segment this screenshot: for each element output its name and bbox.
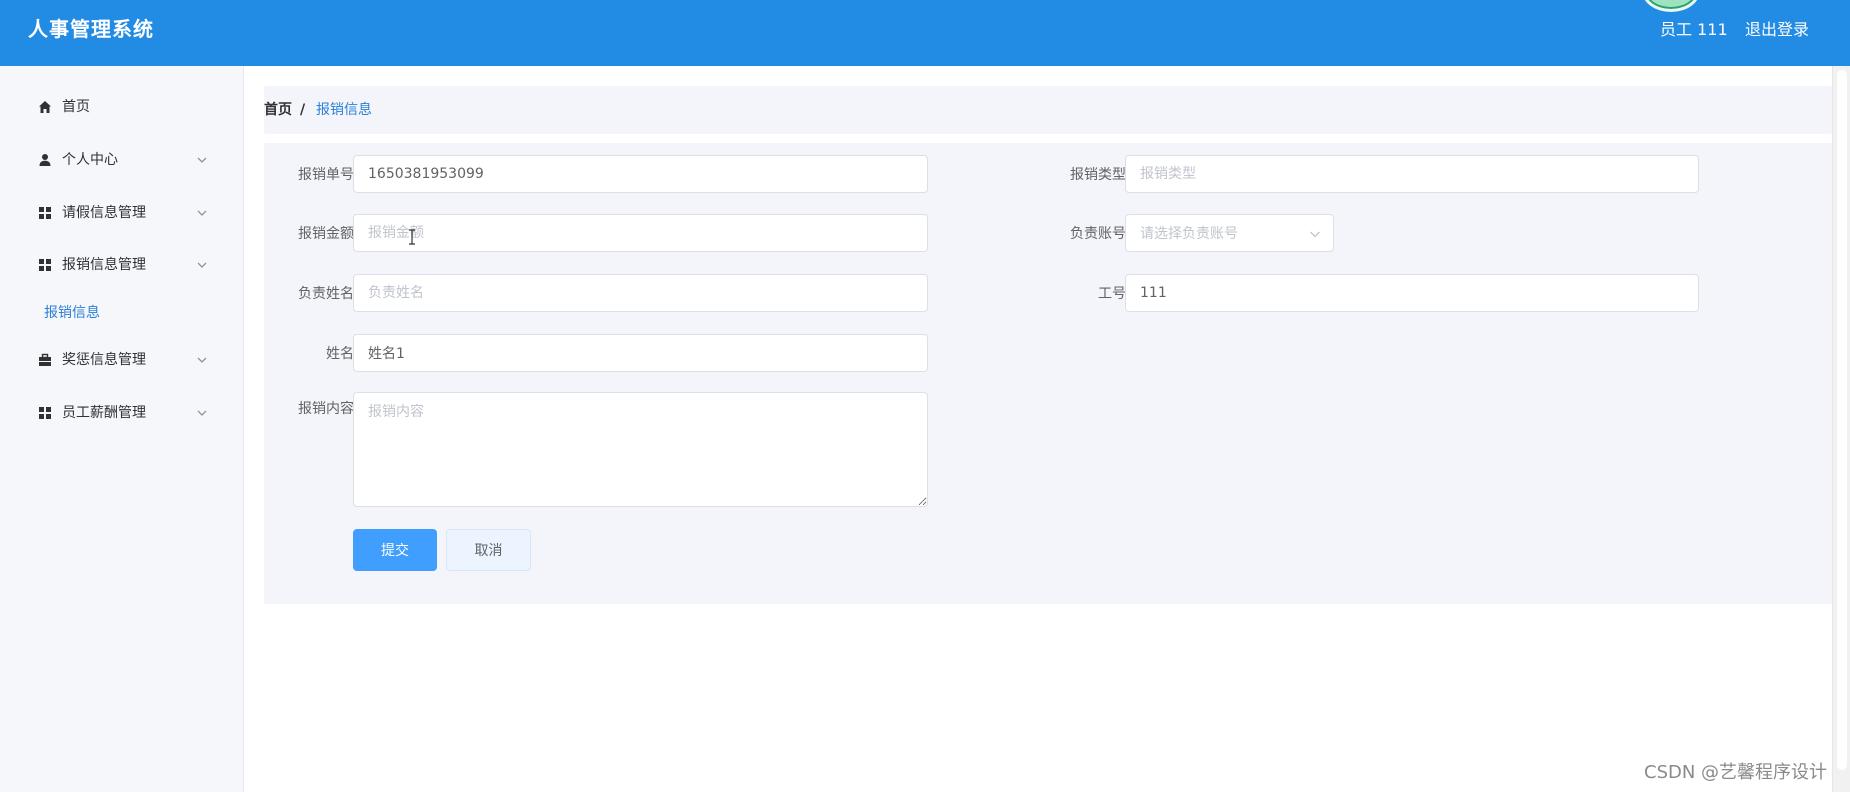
reimburse-type-input[interactable] <box>1125 155 1699 193</box>
sidebar-item-reward-management[interactable]: 奖惩信息管理 <box>0 340 244 380</box>
sidebar: 首页 个人中心 请假信息管理 报销信息管理 报销信息 奖惩信息管理 员工薪酬管理 <box>0 66 244 792</box>
name-label: 姓名 <box>326 346 354 362</box>
current-user-label: 员工 111 <box>1660 20 1728 39</box>
scrollbar-thumb[interactable] <box>1837 70 1847 770</box>
reimburse-type-label: 报销类型 <box>1070 167 1126 183</box>
home-icon <box>39 101 51 113</box>
app-title: 人事管理系统 <box>28 17 154 41</box>
reimburse-no-label: 报销单号 <box>298 167 354 183</box>
sidebar-item-personal-center[interactable]: 个人中心 <box>0 140 244 180</box>
briefcase-icon <box>39 353 51 366</box>
breadcrumb-current: 报销信息 <box>316 102 372 118</box>
sidebar-subitem-label: 报销信息 <box>44 305 100 321</box>
responsible-account-label: 负责账号 <box>1070 226 1126 242</box>
top-header: 人事管理系统 员工 111 退出登录 <box>0 0 1850 66</box>
chevron-down-icon <box>197 262 207 268</box>
sidebar-subitem-reimbursement-info[interactable]: 报销信息 <box>0 293 244 333</box>
responsible-account-select[interactable]: 请选择负责账号 <box>1125 214 1334 252</box>
chevron-down-icon <box>197 210 207 216</box>
avatar[interactable] <box>1642 0 1700 12</box>
sidebar-item-label: 报销信息管理 <box>62 257 146 273</box>
sidebar-item-label: 个人中心 <box>62 152 118 168</box>
sidebar-item-home[interactable]: 首页 <box>0 87 244 127</box>
responsible-account-placeholder: 请选择负责账号 <box>1140 226 1238 242</box>
sidebar-item-reimbursement-management[interactable]: 报销信息管理 <box>0 245 244 285</box>
reimburse-amount-input[interactable] <box>353 214 928 252</box>
employee-no-label: 工号 <box>1098 286 1126 302</box>
chevron-down-icon <box>197 157 207 163</box>
watermark: CSDN @艺馨程序设计 <box>1644 762 1828 783</box>
breadcrumb-home[interactable]: 首页 <box>264 100 292 120</box>
chevron-down-icon <box>197 357 207 363</box>
submit-button[interactable]: 提交 <box>353 529 437 571</box>
chevron-down-icon <box>197 410 207 416</box>
reimbursement-form: 报销单号 报销类型 报销金额 负责账号 请选择负责账号 负责姓名 工号 姓名 报… <box>264 143 1832 604</box>
sidebar-item-salary-management[interactable]: 员工薪酬管理 <box>0 393 244 433</box>
grid-icon <box>39 407 51 419</box>
reimburse-content-textarea[interactable] <box>353 392 928 507</box>
reimburse-content-label: 报销内容 <box>298 401 354 417</box>
cancel-button[interactable]: 取消 <box>446 529 531 571</box>
page: 人事管理系统 员工 111 退出登录 首页 个人中心 请假信息管理 报销信息管理… <box>0 0 1850 792</box>
responsible-name-label: 负责姓名 <box>298 286 354 302</box>
employee-no-input[interactable] <box>1125 274 1699 312</box>
reimburse-no-input[interactable] <box>353 155 928 193</box>
grid-icon <box>39 207 51 219</box>
sidebar-item-label: 请假信息管理 <box>62 205 146 221</box>
reimburse-amount-label: 报销金额 <box>298 226 354 242</box>
name-input[interactable] <box>353 334 928 372</box>
page-scrollbar[interactable] <box>1832 66 1850 792</box>
sidebar-item-leave-management[interactable]: 请假信息管理 <box>0 193 244 233</box>
chevron-down-icon <box>1310 231 1320 238</box>
breadcrumb-separator: / <box>300 102 306 118</box>
logout-link[interactable]: 退出登录 <box>1745 19 1809 41</box>
text-cursor-icon <box>409 229 415 245</box>
breadcrumb: 首页 / 报销信息 <box>264 86 1832 134</box>
grid-icon <box>39 259 51 271</box>
responsible-name-input[interactable] <box>353 274 928 312</box>
sidebar-item-label: 奖惩信息管理 <box>62 352 146 368</box>
sidebar-item-label: 员工薪酬管理 <box>62 405 146 421</box>
sidebar-item-label: 首页 <box>62 99 90 115</box>
user-icon <box>39 154 51 166</box>
